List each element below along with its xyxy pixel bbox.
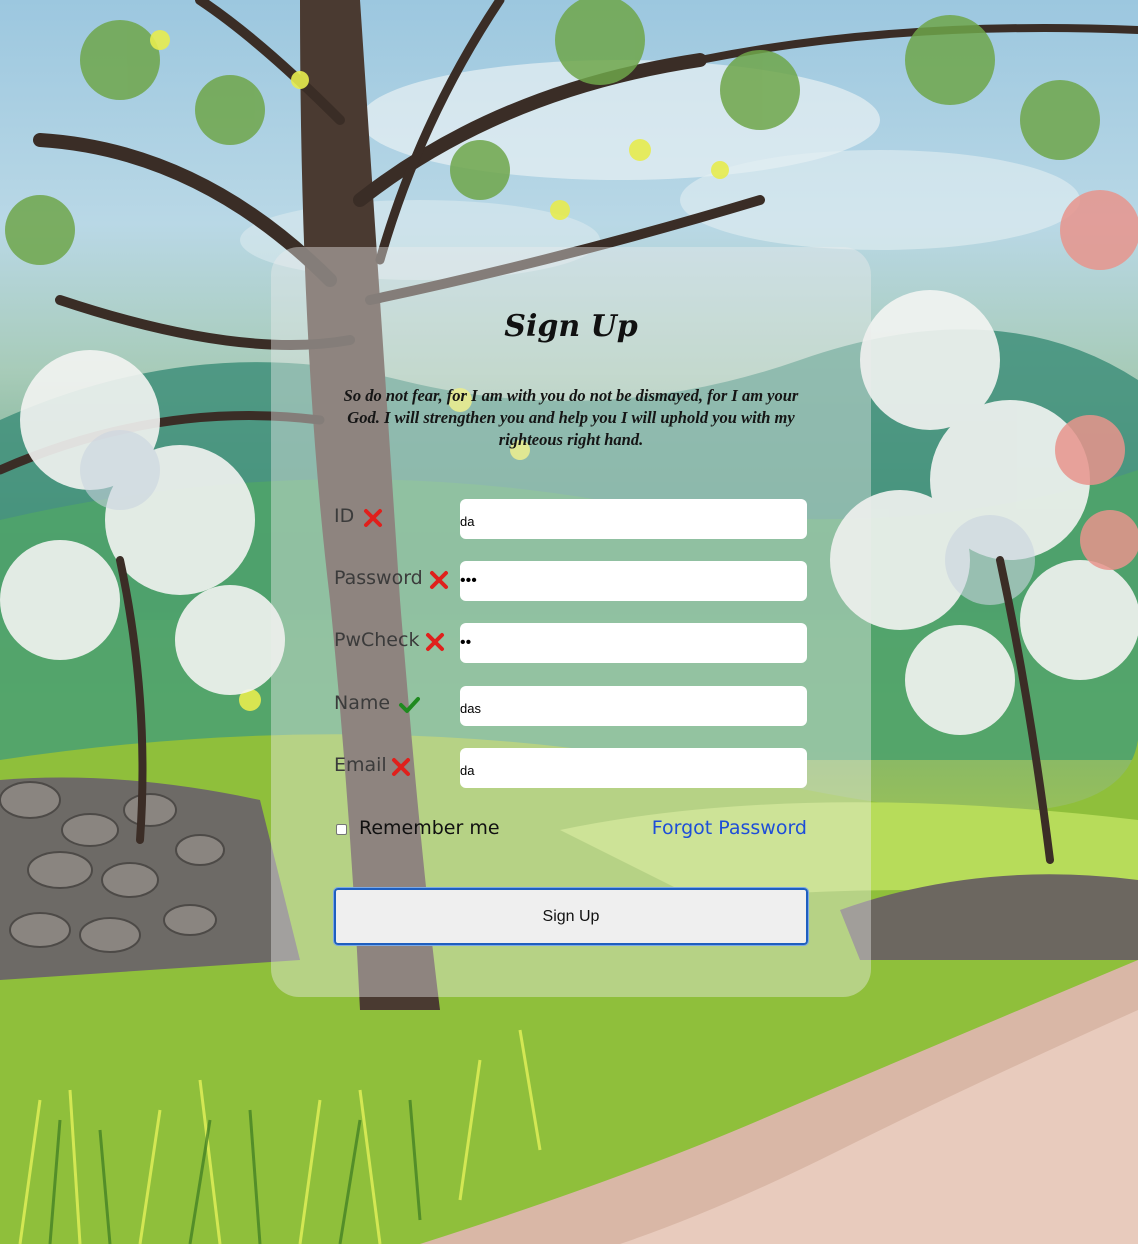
password-label: Password (334, 567, 423, 589)
form-row-email: Email (334, 748, 807, 788)
email-label: Email (334, 754, 387, 776)
email-input[interactable] (460, 748, 807, 788)
remember-checkbox[interactable] (336, 824, 347, 835)
remember-label[interactable]: Remember me (359, 817, 500, 839)
form-row-pwcheck: PwCheck (334, 623, 807, 663)
password-input[interactable] (460, 561, 807, 601)
forgot-password-link[interactable]: Forgot Password (652, 817, 807, 839)
verse-text: So do not fear, for I am with you do not… (343, 386, 799, 449)
cross-icon (426, 633, 444, 651)
name-input[interactable] (460, 686, 807, 726)
signup-button[interactable]: Sign Up (333, 887, 809, 946)
cross-icon (430, 571, 448, 589)
signup-card: Sign Up So do not fear, for I am with yo… (271, 247, 871, 997)
id-input[interactable] (460, 499, 807, 539)
form-row-id: ID (334, 499, 807, 539)
pwcheck-label: PwCheck (334, 629, 420, 651)
cross-icon (364, 509, 382, 527)
check-icon (399, 697, 420, 713)
form-row-name: Name (334, 686, 807, 726)
id-label: ID (334, 505, 355, 527)
cross-icon (392, 758, 410, 776)
page-title: Sign Up (504, 309, 638, 344)
name-label: Name (334, 692, 391, 714)
form-row-password: Password (334, 561, 807, 601)
pwcheck-input[interactable] (460, 623, 807, 663)
